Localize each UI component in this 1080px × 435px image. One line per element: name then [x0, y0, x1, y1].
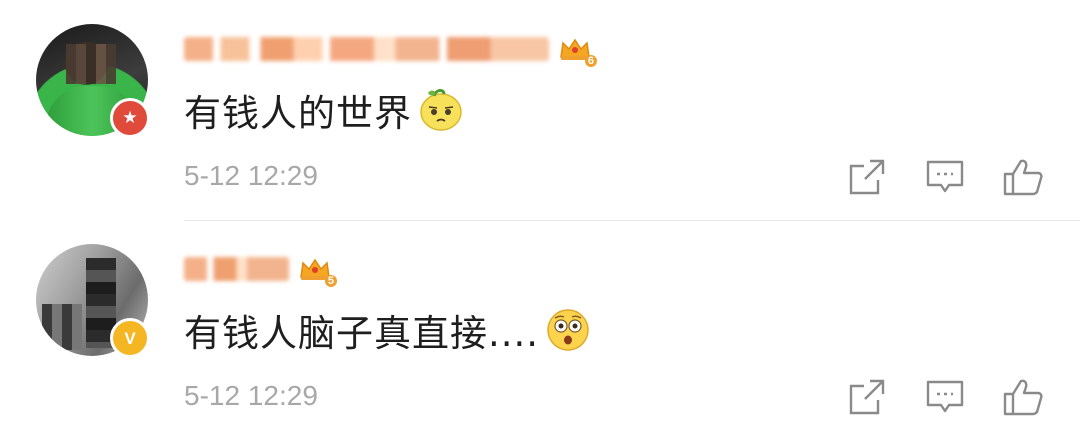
- verified-icon: V: [124, 328, 136, 348]
- level-number: 5: [324, 275, 337, 287]
- username[interactable]: 6: [184, 32, 597, 67]
- avatar-background: [42, 304, 82, 350]
- like-button[interactable]: [1002, 156, 1044, 198]
- blurred-username: [184, 37, 549, 61]
- crown-level-icon: 6: [559, 33, 597, 67]
- thumbs-up-icon: [1003, 379, 1043, 416]
- avatar-face: [66, 44, 116, 84]
- crown-level-icon: 5: [299, 253, 337, 287]
- share-button[interactable]: [846, 376, 888, 418]
- comment-icon: [926, 380, 964, 413]
- reply-button[interactable]: [924, 156, 966, 198]
- reply-button[interactable]: [924, 376, 966, 418]
- avatar-container[interactable]: ★: [36, 24, 150, 138]
- avatar-container[interactable]: V: [36, 244, 150, 358]
- comment-item: V 5 有钱人脑子真直接.... 5-12 12:29: [0, 230, 1080, 435]
- shocked-face-emoji-icon: [547, 309, 589, 351]
- gold-v-badge-icon: V: [110, 318, 150, 358]
- like-button[interactable]: [1002, 376, 1044, 418]
- username[interactable]: 5: [184, 252, 337, 287]
- share-button[interactable]: [846, 156, 888, 198]
- comment-text-content: 有钱人脑子真直接....: [184, 312, 540, 355]
- comment-icon: [926, 160, 964, 193]
- thumbs-up-icon: [1003, 159, 1043, 196]
- comment-text-content: 有钱人的世界: [184, 92, 412, 135]
- comment-actions: [846, 376, 1044, 418]
- star-icon: ★: [122, 107, 138, 128]
- comment-text: 有钱人的世界: [184, 82, 464, 138]
- lemon-face-emoji-icon: [420, 89, 462, 131]
- blurred-username: [184, 257, 289, 281]
- level-number: 6: [584, 55, 597, 67]
- comment-timestamp: 5-12 12:29: [184, 380, 318, 411]
- comment-timestamp: 5-12 12:29: [184, 160, 318, 191]
- red-star-badge-icon: ★: [110, 98, 150, 138]
- share-icon: [849, 379, 885, 415]
- comment-actions: [846, 156, 1044, 198]
- comment-item: ★ 6 有钱人的世界 5-12 12:29: [0, 10, 1080, 215]
- comment-divider: [184, 220, 1080, 221]
- share-icon: [849, 159, 885, 195]
- comment-text: 有钱人脑子真直接....: [184, 302, 591, 358]
